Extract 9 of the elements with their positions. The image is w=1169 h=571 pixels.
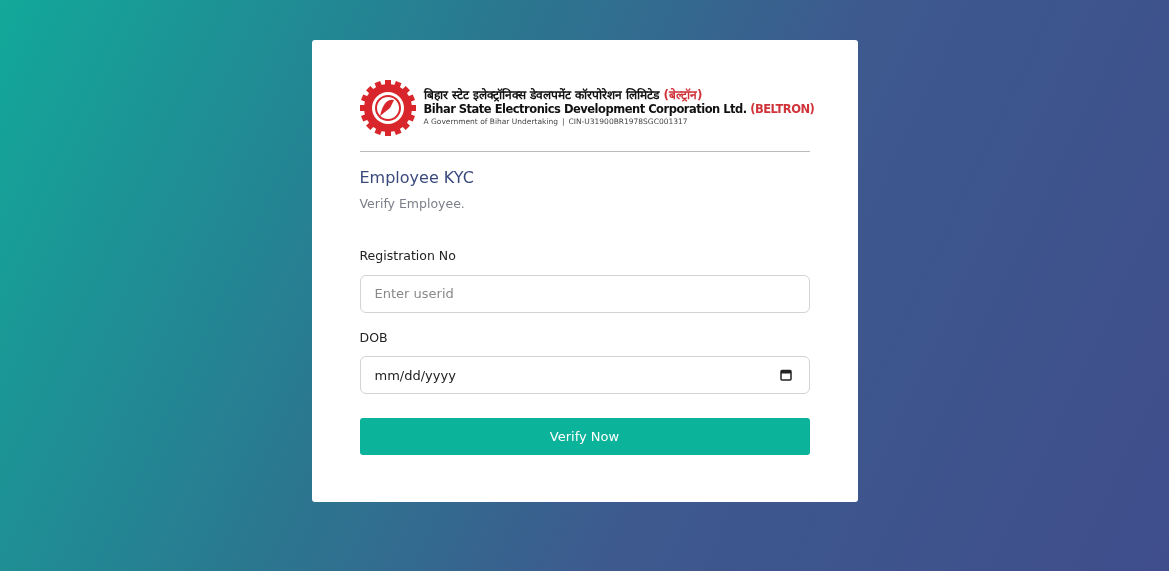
field-label: DOB [359,328,389,347]
form-subtitle: Verify Employee. [359,195,466,214]
form-title: Employee KYC [359,168,475,188]
logo-english-text: Bihar State Electronics Development Corporation Ltd. (BELTRON) [423,102,815,117]
field-label: Registration No [359,246,457,265]
logo-hindi-text: बिहार स्टेट इलेक्ट्रॉनिक्स डेवलपमेंट कॉरपोरेशन लिमिटेड (बेल्ट्रॉन) [423,88,704,103]
input-field[interactable]: Enter userid [359,274,810,313]
verify-button[interactable]: Verify Now [359,418,810,456]
date-field[interactable]: mm/dd/yyyy [359,356,810,395]
